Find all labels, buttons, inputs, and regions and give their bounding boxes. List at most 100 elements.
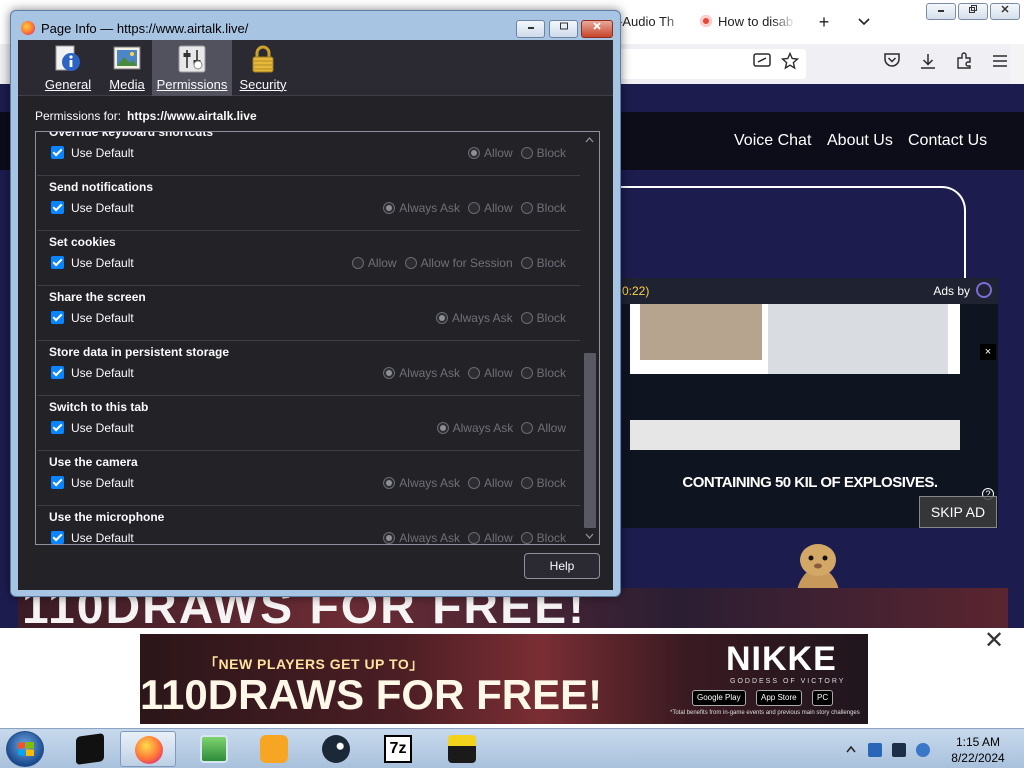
permission-radio-option[interactable]: Always Ask <box>383 366 460 380</box>
menu-icon[interactable] <box>988 52 1012 76</box>
radio-selected-icon[interactable] <box>467 147 480 159</box>
checkbox-checked-icon[interactable] <box>51 421 64 434</box>
skip-ad-button[interactable]: SKIP AD <box>919 496 997 528</box>
permission-radio-option[interactable]: Always Ask <box>435 311 513 325</box>
clock-time[interactable]: 1:15 AM <box>948 735 1008 749</box>
browser-minimize-button[interactable] <box>926 3 956 20</box>
checkbox-checked-icon[interactable] <box>51 476 64 489</box>
nav-contact-us[interactable]: Contact Us <box>908 132 987 150</box>
use-default-checkbox[interactable]: Use Default <box>51 256 134 270</box>
bottom-ad-close-button[interactable]: ✕ <box>983 628 1005 654</box>
dialog-maximize-button[interactable] <box>549 20 578 38</box>
use-default-checkbox[interactable]: Use Default <box>51 311 134 325</box>
permission-radio-option[interactable]: Allow <box>467 146 513 160</box>
permission-radio-option[interactable]: Block <box>520 256 566 270</box>
radio-unselected-icon[interactable] <box>467 202 480 214</box>
checkbox-checked-icon[interactable] <box>51 366 64 379</box>
permission-radio-option[interactable]: Block <box>520 531 566 544</box>
radio-unselected-icon[interactable] <box>520 257 533 269</box>
scroll-down-icon[interactable] <box>581 530 598 542</box>
dialog-minimize-button[interactable] <box>516 20 545 38</box>
ad-close-button[interactable]: × <box>980 344 996 360</box>
radio-selected-icon[interactable] <box>435 312 448 324</box>
nav-about-us[interactable]: About Us <box>827 132 893 150</box>
taskbar-firefox[interactable] <box>120 731 176 767</box>
checkbox-checked-icon[interactable] <box>51 531 64 544</box>
screenshot-icon[interactable] <box>750 52 774 76</box>
taskbar-7zip[interactable]: 7z <box>370 731 426 767</box>
use-default-checkbox[interactable]: Use Default <box>51 476 134 490</box>
checkbox-checked-icon[interactable] <box>51 311 64 324</box>
tab-general[interactable]: General <box>44 40 92 96</box>
extensions-icon[interactable] <box>952 52 976 76</box>
network-icon[interactable] <box>892 743 906 757</box>
volume-icon[interactable] <box>916 743 930 757</box>
permission-radio-option[interactable]: Allow for Session <box>404 256 513 270</box>
pocket-icon[interactable] <box>880 52 904 76</box>
radio-unselected-icon[interactable] <box>520 312 533 324</box>
scroll-thumb[interactable] <box>584 353 596 528</box>
taskbar-explorer[interactable] <box>186 731 242 767</box>
start-button[interactable] <box>6 731 44 767</box>
radio-unselected-icon[interactable] <box>520 477 533 489</box>
taskbar-kangaroo[interactable] <box>246 731 302 767</box>
browser-restore-button[interactable] <box>958 3 988 20</box>
radio-unselected-icon[interactable] <box>520 147 533 159</box>
tab-audio[interactable]: -Audio Th <box>618 10 688 34</box>
radio-unselected-icon[interactable] <box>404 257 417 269</box>
permissions-scrollbar[interactable] <box>581 132 598 544</box>
permission-radio-option[interactable]: Always Ask <box>383 531 460 544</box>
help-button[interactable]: Help <box>524 553 600 579</box>
permission-radio-option[interactable]: Block <box>520 201 566 215</box>
use-default-checkbox[interactable]: Use Default <box>51 366 134 380</box>
browser-close-button[interactable] <box>990 3 1020 20</box>
star-icon[interactable] <box>778 51 802 76</box>
permission-radio-option[interactable]: Allow <box>467 531 513 544</box>
tab-how-to-disable[interactable]: How to disab <box>700 10 796 34</box>
radio-unselected-icon[interactable] <box>351 257 364 269</box>
radio-unselected-icon[interactable] <box>467 477 480 489</box>
permission-radio-option[interactable]: Block <box>520 476 566 490</box>
tab-media[interactable]: Media <box>104 40 150 96</box>
radio-unselected-icon[interactable] <box>520 367 533 379</box>
permission-radio-option[interactable]: Always Ask <box>436 421 513 435</box>
taskbar-steam[interactable] <box>308 731 364 767</box>
permission-radio-option[interactable]: Always Ask <box>383 476 460 490</box>
permission-radio-option[interactable]: Allow <box>467 366 513 380</box>
google-play-badge[interactable]: Google Play <box>692 690 746 706</box>
permissions-list-box[interactable]: Override keyboard shortcuts Use Default Al… <box>35 131 600 545</box>
permission-radio-option[interactable]: Allow <box>467 476 513 490</box>
radio-selected-icon[interactable] <box>436 422 449 434</box>
permission-radio-option[interactable]: Block <box>520 311 566 325</box>
checkbox-checked-icon[interactable] <box>51 146 64 159</box>
nikke-banner-ad[interactable]: 「NEW PLAYERS GET UP TO」 110DRAWS FOR FRE… <box>140 634 868 724</box>
permission-radio-option[interactable]: Block <box>520 146 566 160</box>
nav-voice-chat[interactable]: Voice Chat <box>734 132 811 150</box>
radio-unselected-icon[interactable] <box>520 532 533 544</box>
permission-radio-option[interactable]: Block <box>520 366 566 380</box>
scroll-up-icon[interactable] <box>581 134 598 146</box>
checkbox-checked-icon[interactable] <box>51 201 64 214</box>
use-default-checkbox[interactable]: Use Default <box>51 531 134 544</box>
use-default-checkbox[interactable]: Use Default <box>51 421 134 435</box>
radio-unselected-icon[interactable] <box>520 202 533 214</box>
new-tab-button[interactable]: + <box>812 10 836 34</box>
radio-unselected-icon[interactable] <box>521 422 534 434</box>
app-store-badge[interactable]: App Store <box>756 690 802 706</box>
dialog-titlebar[interactable]: Page Info — https://www.airtalk.live/ <box>11 11 620 41</box>
radio-selected-icon[interactable] <box>383 532 396 544</box>
tray-app-icon[interactable] <box>868 743 882 757</box>
dialog-close-button[interactable] <box>581 20 613 38</box>
show-hidden-icons-icon[interactable] <box>846 745 856 753</box>
permission-radio-option[interactable]: Allow <box>521 421 566 435</box>
checkbox-checked-icon[interactable] <box>51 256 64 269</box>
tab-security[interactable]: Security <box>238 40 288 96</box>
clock-date[interactable]: 8/22/2024 <box>938 751 1018 765</box>
pc-badge[interactable]: PC <box>812 690 834 706</box>
permission-radio-option[interactable]: Allow <box>351 256 397 270</box>
radio-selected-icon[interactable] <box>383 202 396 214</box>
permission-radio-option[interactable]: Always Ask <box>383 201 460 215</box>
list-all-tabs-button[interactable] <box>852 10 876 34</box>
use-default-checkbox[interactable]: Use Default <box>51 146 134 160</box>
radio-selected-icon[interactable] <box>383 367 396 379</box>
